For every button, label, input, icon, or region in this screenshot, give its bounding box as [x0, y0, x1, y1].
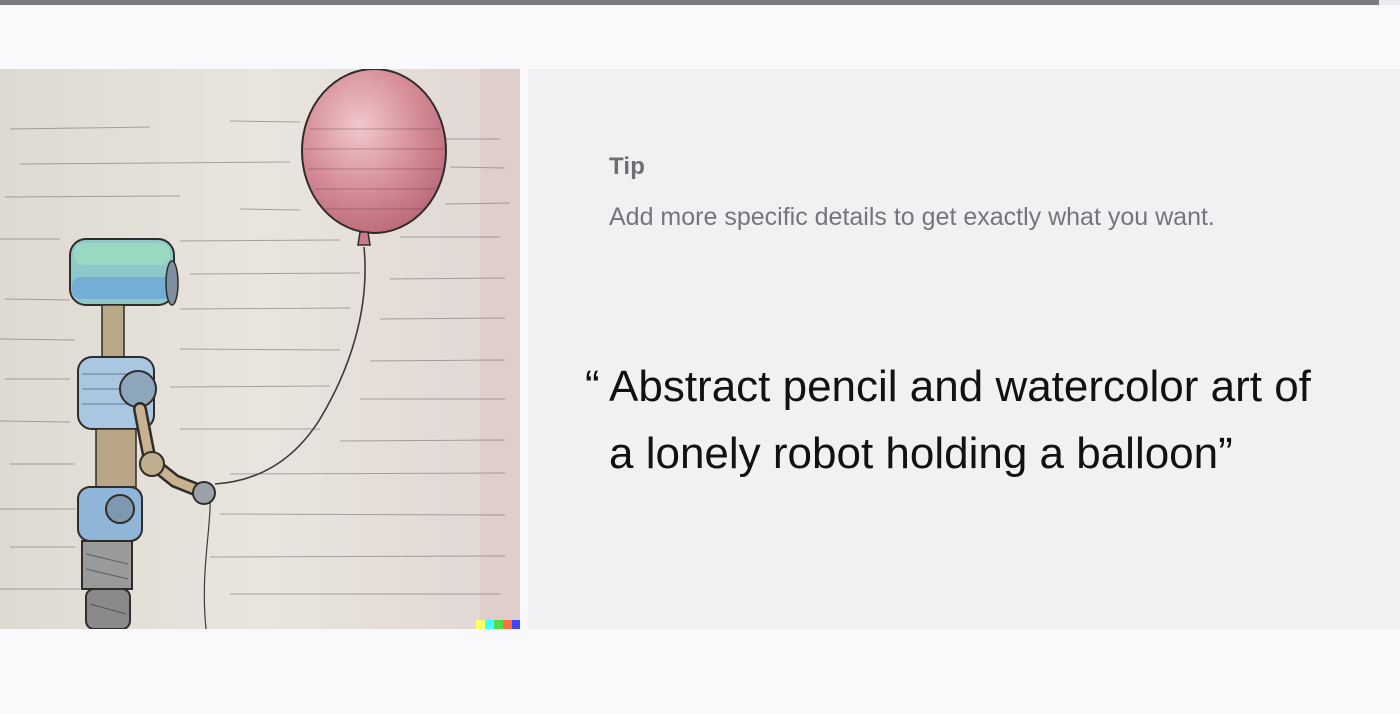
example-card: Tip Add more specific details to get exa…	[0, 69, 1400, 629]
open-quote: “	[585, 362, 600, 411]
progress-bar-fill	[0, 0, 1379, 5]
signature-color-bar-icon	[476, 620, 520, 629]
close-quote: ”	[1218, 429, 1233, 478]
example-prompt: “Abstract pencil and watercolor art of a…	[585, 353, 1329, 487]
tip-label: Tip	[609, 153, 646, 180]
prompt-text: Abstract pencil and watercolor art of a …	[609, 362, 1311, 478]
generated-image[interactable]	[0, 69, 520, 629]
robot-balloon-illustration	[0, 69, 520, 629]
prompt-panel: Tip Add more specific details to get exa…	[528, 69, 1400, 629]
card-divider	[520, 69, 528, 629]
progress-bar	[0, 0, 1400, 5]
tip-text: Add more specific details to get exactly…	[609, 203, 1215, 231]
